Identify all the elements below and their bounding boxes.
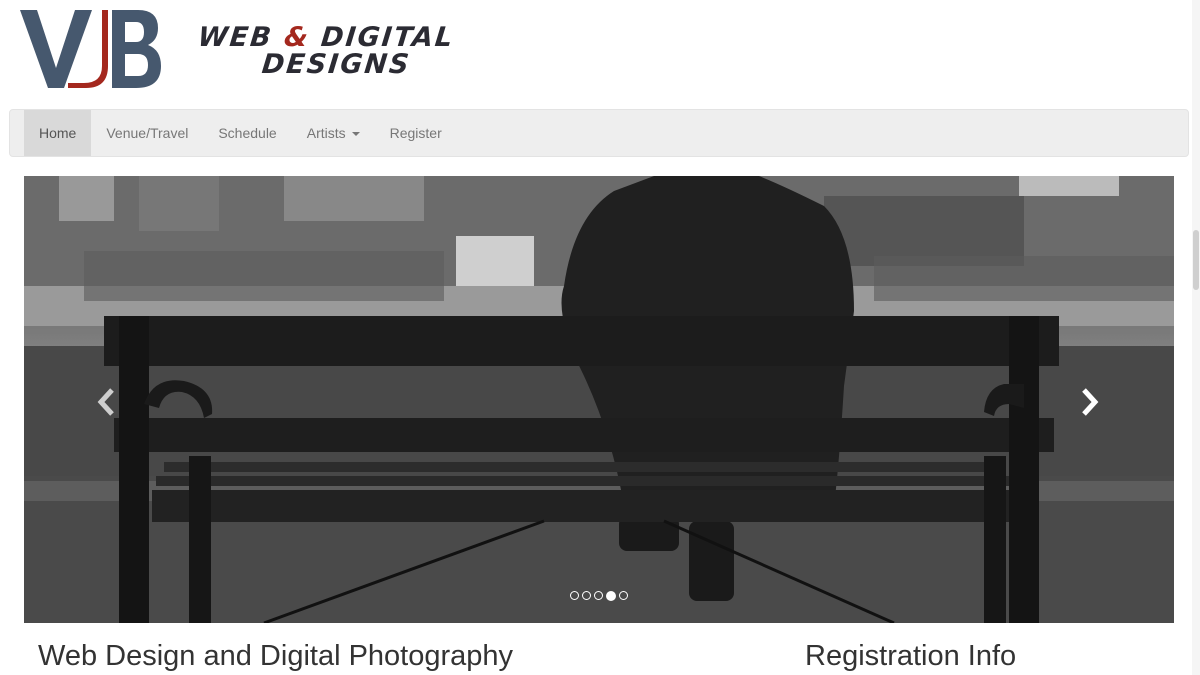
section-heading-registration: Registration Info xyxy=(805,640,1017,672)
carousel-prev-button[interactable] xyxy=(94,382,124,422)
scrollbar-thumb[interactable] xyxy=(1193,230,1199,290)
chevron-left-icon xyxy=(97,388,114,416)
hero-carousel[interactable] xyxy=(24,176,1174,623)
carousel-next-button[interactable] xyxy=(1074,382,1104,422)
chevron-right-icon xyxy=(1082,388,1099,416)
carousel-indicators xyxy=(570,590,628,601)
carousel-indicator[interactable] xyxy=(619,591,628,600)
slide-image xyxy=(24,176,1174,623)
logo-monogram[interactable] xyxy=(20,8,165,93)
nav-item-register[interactable]: Register xyxy=(375,110,457,156)
main-navbar: Home Venue/Travel Schedule Artists Regis… xyxy=(9,109,1189,157)
carousel-indicator[interactable] xyxy=(582,591,591,600)
nav-item-home[interactable]: Home xyxy=(24,110,92,156)
logo-word-designs: DESIGNS xyxy=(260,49,413,80)
nav-menu: Home Venue/Travel Schedule Artists Regis… xyxy=(24,110,457,158)
nav-item-artists-label: Artists xyxy=(306,125,346,141)
logo-wordmark[interactable]: WEB & DIGITAL DESIGNS xyxy=(196,22,528,82)
section-heading-web-design: Web Design and Digital Photography xyxy=(38,640,514,672)
caret-down-icon xyxy=(351,132,360,137)
carousel-indicator-active[interactable] xyxy=(606,590,616,601)
site-header: WEB & DIGITAL DESIGNS xyxy=(0,0,1200,105)
carousel-indicator[interactable] xyxy=(594,591,603,600)
carousel-indicator[interactable] xyxy=(570,591,579,600)
page-scrollbar[interactable] xyxy=(1192,0,1200,675)
nav-item-schedule[interactable]: Schedule xyxy=(203,110,291,156)
nav-item-venue-travel[interactable]: Venue/Travel xyxy=(91,110,203,156)
nav-item-artists[interactable]: Artists xyxy=(292,110,375,156)
